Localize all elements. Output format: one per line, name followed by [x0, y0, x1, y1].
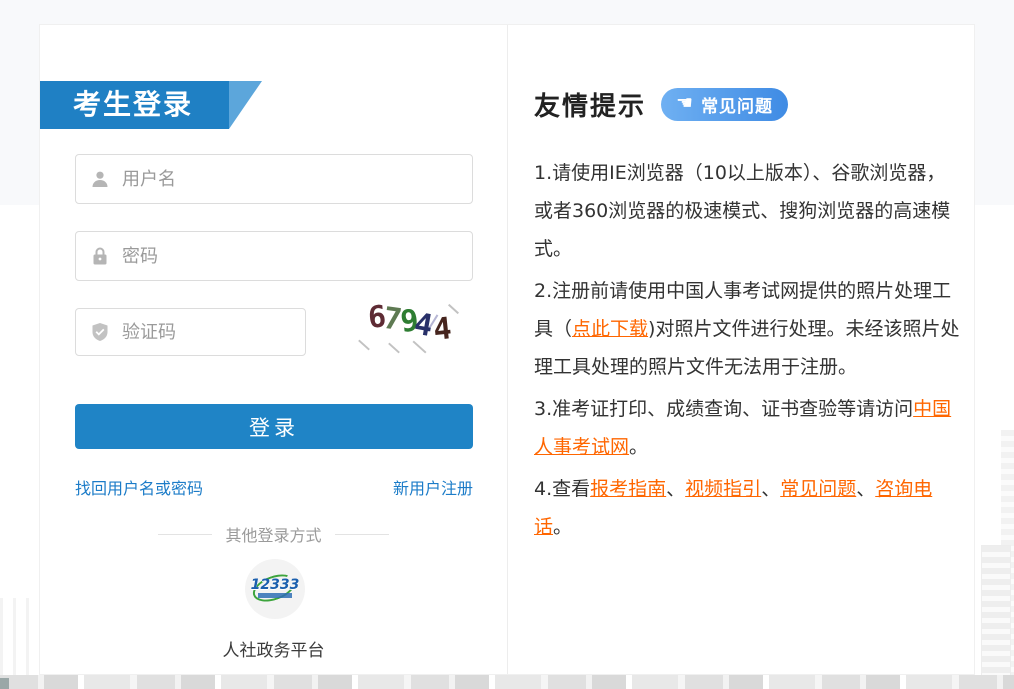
- forgot-credentials-link[interactable]: 找回用户名或密码: [75, 475, 203, 499]
- tips-header: 友情提示 ☚ 常见问题: [534, 87, 962, 122]
- tip-link[interactable]: 点此下载: [572, 318, 648, 340]
- other-login-divider: 其他登录方式: [40, 522, 507, 546]
- register-link[interactable]: 新用户注册: [393, 475, 473, 499]
- tip-text: 、: [761, 478, 780, 500]
- captcha-noise-line: [388, 343, 400, 354]
- password-input[interactable]: [120, 245, 472, 268]
- lock-icon: [90, 246, 110, 266]
- tip-link[interactable]: 常见问题: [780, 478, 856, 500]
- logo-text: 12333: [245, 577, 305, 593]
- tip-link[interactable]: 报考指南: [590, 478, 666, 500]
- tip-text: 。: [629, 436, 648, 458]
- city-skyline-decoration: [0, 678, 9, 689]
- logo-band: [258, 593, 292, 598]
- tip-text: 、: [666, 478, 685, 500]
- sso-12333-logo[interactable]: 12333: [245, 559, 305, 619]
- username-field[interactable]: [75, 154, 473, 204]
- divider-line: [158, 534, 212, 535]
- tip-item-1: 1.请使用IE浏览器（10以上版本）、谷歌浏览器，或者360浏览器的极速模式、搜…: [534, 154, 962, 268]
- login-links-row: 找回用户名或密码 新用户注册: [75, 475, 473, 499]
- captcha-field[interactable]: [75, 308, 306, 356]
- login-card: 考生登录: [39, 24, 975, 675]
- username-input[interactable]: [120, 168, 472, 191]
- tip-text: 3.准考证打印、成绩查询、证书查验等请访问: [534, 398, 913, 420]
- city-skyline-decoration: [981, 545, 1011, 677]
- tip-text: 、: [856, 478, 875, 500]
- captcha-input[interactable]: [120, 321, 305, 344]
- faq-button[interactable]: ☚ 常见问题: [661, 88, 788, 121]
- city-skyline-decoration: [0, 598, 39, 675]
- login-button[interactable]: 登录: [75, 404, 473, 449]
- login-section: 考生登录: [40, 25, 507, 674]
- captcha-image[interactable]: 67944: [343, 300, 475, 356]
- tips-title: 友情提示: [534, 86, 646, 123]
- tip-text: 。: [553, 516, 572, 538]
- shield-check-icon: [90, 322, 110, 342]
- password-field[interactable]: [75, 231, 473, 281]
- other-login-label: 其他登录方式: [225, 522, 321, 546]
- tip-item-3: 3.准考证打印、成绩查询、证书查验等请访问中国人事考试网。: [534, 390, 962, 466]
- captcha-digit: 4: [432, 313, 453, 347]
- login-ribbon-tail: [229, 81, 262, 129]
- tip-item-2: 2.注册前请使用中国人事考试网提供的照片处理工具（点此下载)对照片文件进行处理。…: [534, 272, 962, 386]
- tip-link[interactable]: 视频指引: [685, 478, 761, 500]
- user-icon: [90, 169, 110, 189]
- tip-text: 4.查看: [534, 478, 590, 500]
- tip-item-4: 4.查看报考指南、视频指引、常见问题、咨询电话。: [534, 470, 962, 546]
- captcha-noise-line: [358, 340, 370, 351]
- pointing-hand-icon: ☚: [676, 94, 694, 113]
- login-ribbon-title: 考生登录: [40, 81, 229, 129]
- city-skyline-decoration: [0, 675, 1014, 689]
- sso-platform-label: 人社政务平台: [40, 636, 507, 661]
- divider-line: [335, 534, 389, 535]
- faq-button-label: 常见问题: [701, 92, 773, 117]
- tips-section: 友情提示 ☚ 常见问题 1.请使用IE浏览器（10以上版本）、谷歌浏览器，或者3…: [508, 25, 974, 674]
- tip-text: 1.请使用IE浏览器（10以上版本）、谷歌浏览器，或者360浏览器的极速模式、搜…: [534, 162, 950, 260]
